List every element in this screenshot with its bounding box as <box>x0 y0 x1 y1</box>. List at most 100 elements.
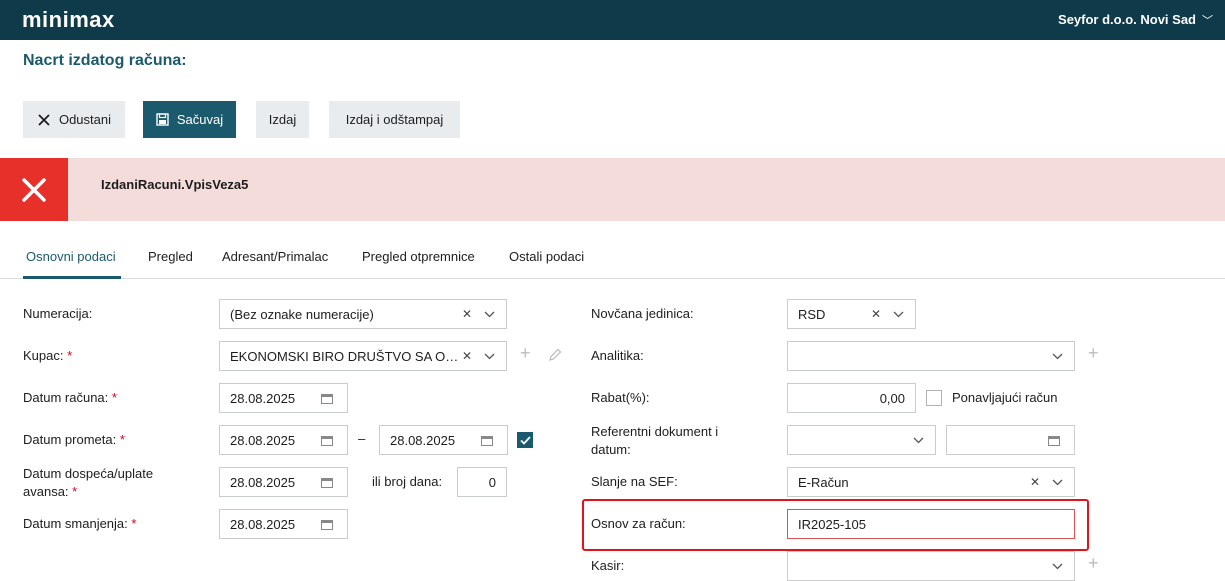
active-tab-indicator <box>23 276 121 279</box>
toolbar: Odustani Sačuvaj Izdaj Izdaj i odštampaj <box>0 82 1225 158</box>
required-mark: * <box>131 516 137 531</box>
calendar-icon[interactable] <box>321 477 335 488</box>
datum-racuna-label-text: Datum računa: <box>23 390 109 405</box>
datum-smanjenja-input[interactable]: 28.08.2025 <box>219 509 348 539</box>
calendar-icon[interactable] <box>481 435 495 446</box>
tab-pregled[interactable]: Pregled <box>148 249 193 264</box>
chevron-down-icon[interactable] <box>1048 479 1066 486</box>
calendar-icon[interactable] <box>321 393 335 404</box>
chevron-down-icon[interactable] <box>909 437 927 444</box>
broj-dana-label: ili broj dana: <box>372 474 443 489</box>
tab-adresant-primalac[interactable]: Adresant/Primalac <box>222 249 328 264</box>
datum-dospeca-label: Datum dospeća/uplate avansa: * <box>23 465 153 501</box>
novcana-jedinica-value: RSD <box>798 306 826 322</box>
issue-label: Izdaj <box>268 112 297 127</box>
tab-pregled-otpremnice[interactable]: Pregled otpremnice <box>362 249 475 264</box>
slanje-sef-label: Slanje na SEF: <box>591 474 678 489</box>
clear-icon[interactable]: ✕ <box>871 307 881 321</box>
add-kupac-icon[interactable]: + <box>520 343 531 364</box>
clear-icon[interactable]: ✕ <box>462 349 472 363</box>
organization-selector[interactable]: Seyfor d.o.o. Novi Sad ﹀ <box>1058 12 1213 28</box>
required-mark: * <box>67 348 73 363</box>
chevron-down-icon[interactable] <box>480 311 498 318</box>
cancel-label: Odustani <box>58 112 112 127</box>
datum-prometa-label-text: Datum prometa: <box>23 432 117 447</box>
rabat-label: Rabat(%): <box>591 390 650 405</box>
top-bar: minimax Seyfor d.o.o. Novi Sad ﹀ <box>0 0 1225 40</box>
datum-prometa-from-input[interactable]: 28.08.2025 <box>219 425 348 455</box>
organization-name: Seyfor d.o.o. Novi Sad <box>1058 12 1196 27</box>
referentni-dokument-select[interactable] <box>787 425 936 455</box>
datum-racuna-label: Datum računa: * <box>23 390 117 405</box>
numeracija-label: Numeracija: <box>23 306 93 321</box>
add-analitika-icon[interactable]: + <box>1088 343 1099 364</box>
numeracija-select[interactable]: (Bez oznake numeracije) ✕ <box>219 299 507 329</box>
ponavljajuci-racun-checkbox[interactable] <box>926 390 942 406</box>
page-title: Nacrt izdatog računa: <box>23 52 187 69</box>
edit-pencil-icon[interactable] <box>548 348 562 362</box>
clear-icon[interactable]: ✕ <box>462 307 472 321</box>
required-mark: * <box>72 484 78 499</box>
tab-ostali-podaci[interactable]: Ostali podaci <box>509 249 584 264</box>
slanje-sef-select[interactable]: E-Račun ✕ <box>787 467 1075 497</box>
slanje-sef-value: E-Račun <box>798 474 849 490</box>
tab-bar: Osnovni podaci Pregled Adresant/Primalac… <box>0 236 1225 279</box>
chevron-down-icon[interactable] <box>480 353 498 360</box>
issue-print-button[interactable]: Izdaj i odštampaj <box>329 101 460 138</box>
datum-dospeca-input[interactable]: 28.08.2025 <box>219 467 348 497</box>
datum-dospeca-value: 28.08.2025 <box>230 474 296 490</box>
analitika-select[interactable] <box>787 341 1075 371</box>
numeracija-value: (Bez oznake numeracije) <box>230 306 374 322</box>
save-icon <box>156 113 169 126</box>
required-mark: * <box>111 390 117 405</box>
issue-button[interactable]: Izdaj <box>256 101 309 138</box>
datum-smanjenja-label-text: Datum smanjenja: <box>23 516 128 531</box>
alert-message: IzdaniRacuni.VpisVeza5 <box>101 177 249 192</box>
osnov-label: Osnov za račun: <box>591 516 686 531</box>
save-button[interactable]: Sačuvaj <box>143 101 236 138</box>
required-mark: * <box>119 432 125 447</box>
datum-prometa-label: Datum prometa: * <box>23 432 125 447</box>
cancel-button[interactable]: Odustani <box>23 101 125 138</box>
referentni-datum-input[interactable] <box>946 425 1075 455</box>
chevron-down-icon[interactable] <box>1048 353 1066 360</box>
close-icon <box>38 113 50 126</box>
kasir-select[interactable] <box>787 551 1075 581</box>
datum-prometa-checkbox[interactable] <box>517 432 533 448</box>
datum-prometa-to-input[interactable]: 28.08.2025 <box>379 425 508 455</box>
title-bar: Nacrt izdatog računa: <box>0 40 1225 82</box>
calendar-icon[interactable] <box>321 435 335 446</box>
chevron-down-icon[interactable] <box>889 311 907 318</box>
datum-smanjenja-value: 28.08.2025 <box>230 516 296 532</box>
alert-icon-box <box>0 158 68 221</box>
chevron-down-icon[interactable] <box>1048 563 1066 570</box>
kasir-label: Kasir: <box>591 558 625 573</box>
kupac-select[interactable]: EKONOMSKI BIRO DRUŠTVO SA OGRANIČENOM OD… <box>219 341 507 371</box>
kupac-value: EKONOMSKI BIRO DRUŠTVO SA OGRANIČENOM OD… <box>230 348 462 364</box>
datum-prometa-from-value: 28.08.2025 <box>230 432 296 448</box>
tab-osnovni-podaci[interactable]: Osnovni podaci <box>26 249 116 264</box>
calendar-icon[interactable] <box>321 519 335 530</box>
clear-icon[interactable]: ✕ <box>1030 475 1040 489</box>
date-range-separator: – <box>358 431 366 446</box>
datum-racuna-value: 28.08.2025 <box>230 390 296 406</box>
datum-smanjenja-label: Datum smanjenja: * <box>23 516 136 531</box>
ponavljajuci-racun-label: Ponavljajući račun <box>952 390 1058 405</box>
datum-prometa-to-value: 28.08.2025 <box>390 432 456 448</box>
osnov-input[interactable]: IR2025-105 <box>787 509 1075 539</box>
kupac-label: Kupac: * <box>23 348 72 363</box>
kupac-label-text: Kupac: <box>23 348 64 363</box>
datum-racuna-input[interactable]: 28.08.2025 <box>219 383 348 413</box>
calendar-icon[interactable] <box>1048 435 1062 446</box>
add-kasir-icon[interactable]: + <box>1088 553 1099 574</box>
datum-dospeca-label-line2: avansa: <box>23 484 69 499</box>
referentni-label-line1: Referentni dokument i <box>591 424 719 439</box>
app-logo[interactable]: minimax <box>22 7 115 33</box>
novcana-jedinica-select[interactable]: RSD ✕ <box>787 299 916 329</box>
rabat-input[interactable]: 0,00 <box>787 383 916 413</box>
osnov-value: IR2025-105 <box>798 516 866 532</box>
error-alert: IzdaniRacuni.VpisVeza5 <box>0 158 1225 221</box>
referentni-dokument-label: Referentni dokument i datum: <box>591 423 718 459</box>
referentni-label-line2: datum: <box>591 442 631 457</box>
broj-dana-input[interactable]: 0 <box>457 467 507 497</box>
